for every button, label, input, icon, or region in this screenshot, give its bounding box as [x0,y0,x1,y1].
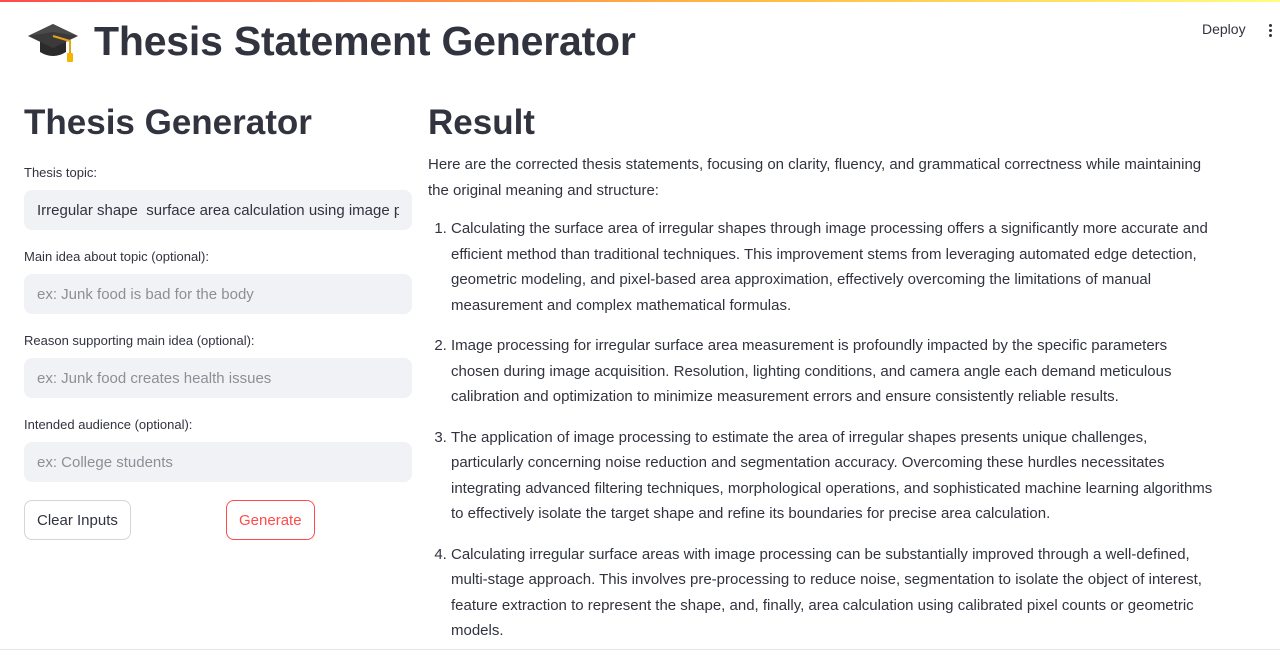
reason-field: Reason supporting main idea (optional): [24,332,412,398]
thesis-topic-input[interactable] [24,190,412,230]
thesis-topic-label: Thesis topic: [24,165,97,180]
deploy-button[interactable]: Deploy [1196,19,1252,39]
result-item: Calculating the surface area of irregula… [451,216,1218,318]
result-heading: Result [428,103,535,142]
bottom-divider [0,649,1280,650]
result-intro: Here are the corrected thesis statements… [428,156,1202,199]
form-heading: Thesis Generator [24,103,312,142]
reason-label: Reason supporting main idea (optional): [24,333,255,348]
result-item: The application of image processing to e… [451,425,1218,527]
main-idea-label: Main idea about topic (optional): [24,249,210,264]
kebab-menu-icon[interactable] [1262,20,1278,40]
generate-button[interactable]: Generate [226,500,315,540]
main-idea-field: Main idea about topic (optional): [24,248,412,314]
top-decoration-stripe [0,0,1280,2]
graduation-cap-icon [28,24,78,62]
button-row: Clear Inputs Generate [24,500,412,540]
audience-input[interactable] [24,442,412,482]
input-panel: Thesis Generator Thesis topic: Main idea… [24,98,412,540]
result-item: Calculating irregular surface areas with… [451,542,1218,644]
clear-inputs-button[interactable]: Clear Inputs [24,500,131,540]
audience-field: Intended audience (optional): [24,416,412,482]
app-title: Thesis Statement Generator [26,14,636,68]
reason-input[interactable] [24,358,412,398]
main-idea-input[interactable] [24,274,412,314]
audience-label: Intended audience (optional): [24,417,193,432]
result-item: Image processing for irregular surface a… [451,333,1218,410]
result-list: Calculating the surface area of irregula… [428,216,1218,644]
app-title-text: Thesis Statement Generator [94,17,636,64]
result-panel: Result Here are the corrected thesis sta… [428,98,1218,659]
thesis-topic-field: Thesis topic: [24,164,412,230]
